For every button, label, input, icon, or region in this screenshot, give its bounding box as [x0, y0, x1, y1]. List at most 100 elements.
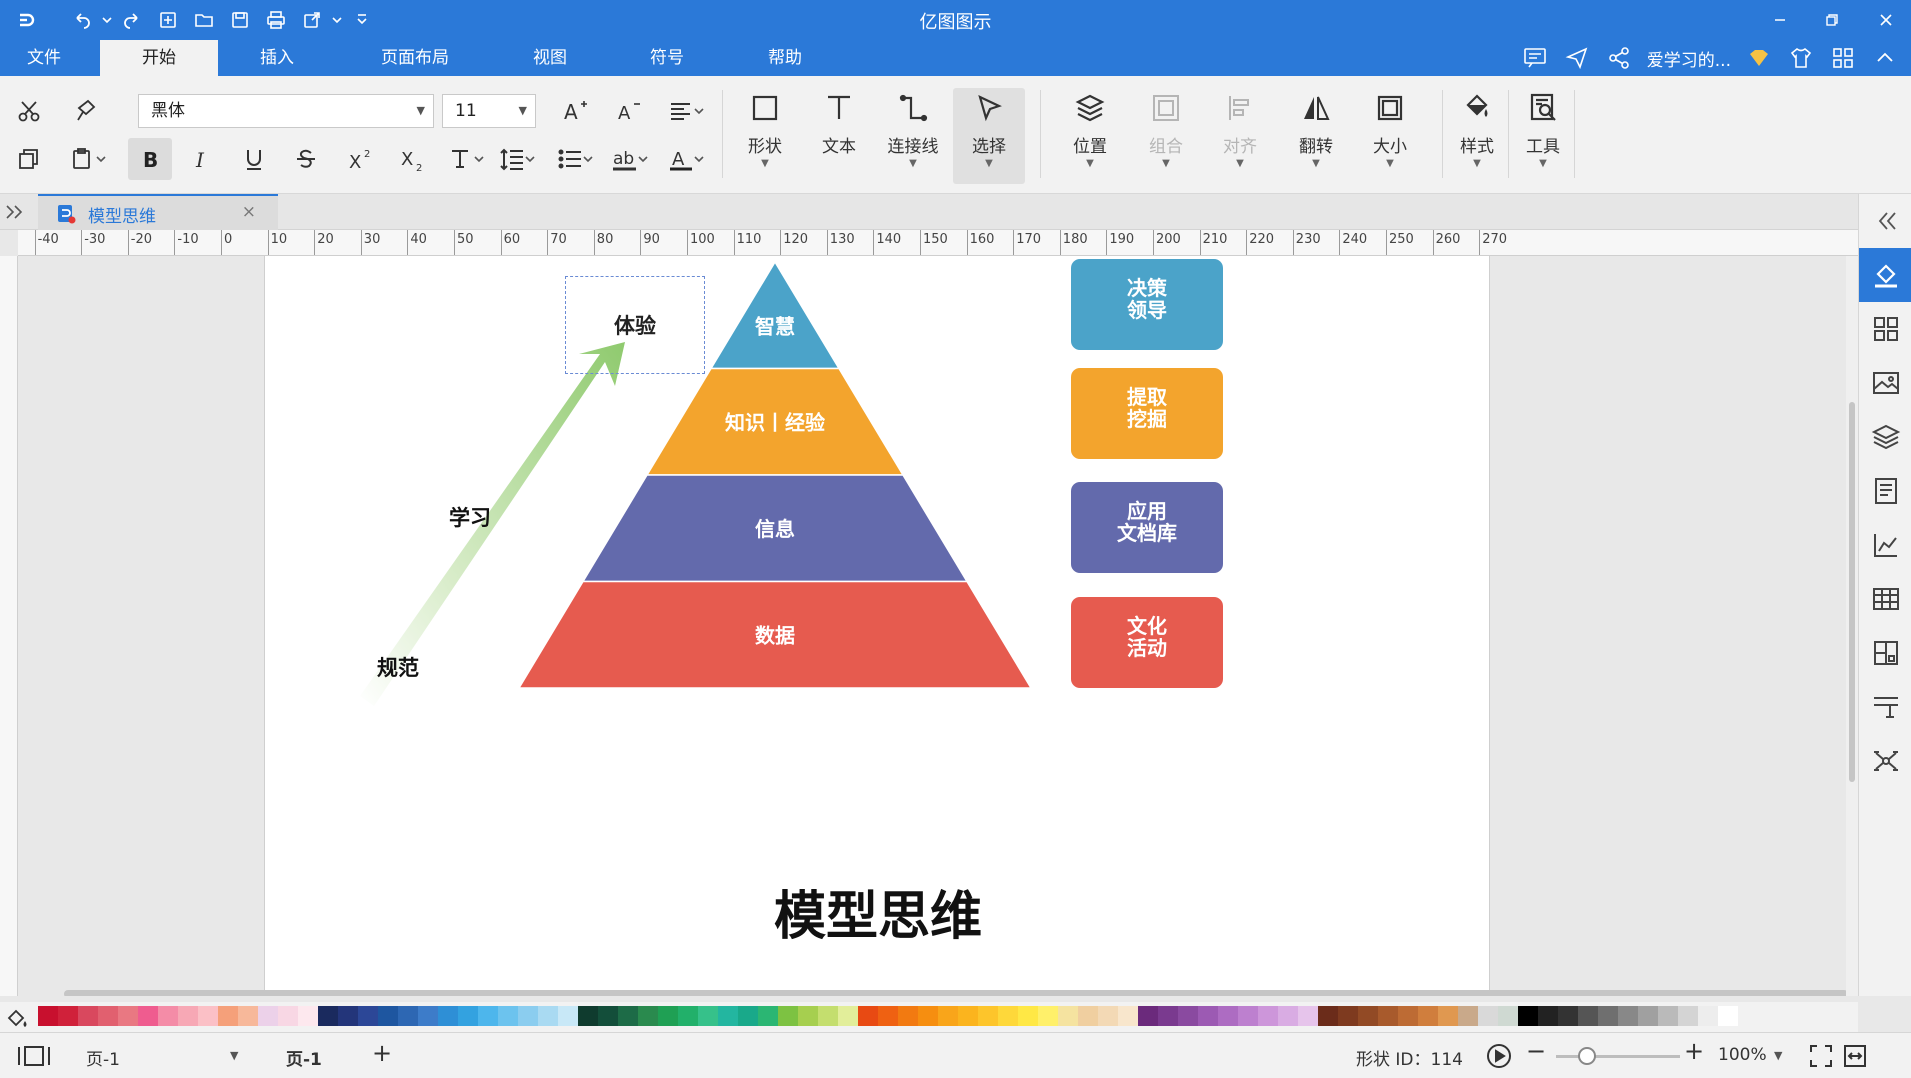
color-swatch[interactable] [1118, 1006, 1138, 1026]
menu-insert[interactable]: 插入 [230, 40, 324, 76]
select-button[interactable]: 选择 ▼ [953, 88, 1025, 184]
align-button[interactable]: 对齐 ▼ [1204, 88, 1276, 184]
strikethrough-button[interactable] [288, 142, 324, 176]
color-swatch[interactable] [1138, 1006, 1158, 1026]
open-folder-icon[interactable] [186, 6, 222, 34]
text-style-icon[interactable] [444, 142, 488, 176]
color-swatch[interactable] [358, 1006, 378, 1026]
color-swatch[interactable] [498, 1006, 518, 1026]
size-button[interactable]: 大小 ▼ [1354, 88, 1426, 184]
color-swatch[interactable] [198, 1006, 218, 1026]
menu-file[interactable]: 文件 [0, 40, 88, 76]
theme-shirt-icon[interactable] [1787, 44, 1815, 72]
color-swatch[interactable] [1038, 1006, 1058, 1026]
chevron-down-icon[interactable]: ▼ [1774, 1049, 1782, 1062]
color-swatch[interactable] [218, 1006, 238, 1026]
drawing-canvas[interactable]: 智慧 知识丨经验 信息 数据 决策 领导 提取 挖掘 应用 文档库 文化 活动 规范 学习 体验 模… [18, 256, 1858, 996]
color-swatch[interactable] [1258, 1006, 1278, 1026]
color-swatch[interactable] [38, 1006, 58, 1026]
presentation-icon[interactable] [1859, 680, 1911, 734]
color-swatch[interactable] [1318, 1006, 1338, 1026]
color-swatch[interactable] [418, 1006, 438, 1026]
close-tab-icon[interactable]: × [242, 202, 256, 222]
color-swatch[interactable] [438, 1006, 458, 1026]
color-swatch[interactable] [998, 1006, 1018, 1026]
save-icon[interactable] [222, 6, 258, 34]
collapse-ribbon-icon[interactable] [1871, 44, 1899, 72]
menu-view[interactable]: 视图 [508, 40, 592, 76]
color-swatch[interactable] [1378, 1006, 1398, 1026]
vip-badge-icon[interactable] [1745, 44, 1773, 72]
color-swatch[interactable] [1178, 1006, 1198, 1026]
menu-symbols[interactable]: 符号 [626, 40, 708, 76]
bullet-list-icon[interactable] [552, 142, 598, 176]
color-swatch[interactable] [918, 1006, 938, 1026]
color-swatch[interactable] [1078, 1006, 1098, 1026]
color-swatch[interactable] [58, 1006, 78, 1026]
color-swatch[interactable] [578, 1006, 598, 1026]
font-family-select[interactable]: 黑体 ▼ [138, 94, 434, 128]
tools-button[interactable]: 工具 ▼ [1510, 88, 1576, 184]
fit-page-icon[interactable] [1842, 1043, 1868, 1069]
vertical-scroll-thumb[interactable] [1849, 402, 1855, 782]
color-swatch[interactable] [1338, 1006, 1358, 1026]
color-swatch[interactable] [258, 1006, 278, 1026]
experience-box[interactable]: 体验 [565, 276, 705, 374]
color-swatch[interactable] [1278, 1006, 1298, 1026]
color-swatch[interactable] [678, 1006, 698, 1026]
color-swatch[interactable] [1018, 1006, 1038, 1026]
color-swatch[interactable] [338, 1006, 358, 1026]
color-swatch[interactable] [1158, 1006, 1178, 1026]
color-swatch[interactable] [778, 1006, 798, 1026]
expand-library-icon[interactable] [2, 200, 28, 224]
color-swatch[interactable] [138, 1006, 158, 1026]
image-icon[interactable] [1859, 356, 1911, 410]
color-swatch[interactable] [378, 1006, 398, 1026]
color-swatch[interactable] [1418, 1006, 1438, 1026]
color-swatch[interactable] [658, 1006, 678, 1026]
color-swatch[interactable] [1638, 1006, 1658, 1026]
color-swatch[interactable] [958, 1006, 978, 1026]
color-swatch[interactable] [518, 1006, 538, 1026]
color-swatch[interactable] [1358, 1006, 1378, 1026]
color-swatch[interactable] [1198, 1006, 1218, 1026]
layers-icon[interactable] [1859, 410, 1911, 464]
zoom-level[interactable]: 100% [1718, 1045, 1767, 1065]
text-highlight-icon[interactable]: ab [606, 142, 654, 176]
color-swatch[interactable] [1478, 1006, 1498, 1026]
text-align-icon[interactable] [662, 94, 710, 128]
color-swatch[interactable] [1578, 1006, 1598, 1026]
color-swatch[interactable] [398, 1006, 418, 1026]
zoom-slider-thumb[interactable] [1578, 1047, 1596, 1065]
color-swatch[interactable] [1218, 1006, 1238, 1026]
undo-icon[interactable] [64, 6, 100, 34]
text-button[interactable]: 文本 [803, 88, 875, 184]
group-button[interactable]: 组合 ▼ [1130, 88, 1202, 184]
color-swatch[interactable] [538, 1006, 558, 1026]
color-swatch[interactable] [458, 1006, 478, 1026]
org-structure-icon[interactable] [1859, 626, 1911, 680]
color-swatch[interactable] [1498, 1006, 1518, 1026]
subscript-button[interactable]: X2 [392, 142, 432, 176]
color-swatch[interactable] [78, 1006, 98, 1026]
color-swatch[interactable] [938, 1006, 958, 1026]
layout-grid-icon[interactable] [1859, 302, 1911, 356]
undo-dropdown-icon[interactable] [100, 6, 114, 34]
connector-button[interactable]: 连接线 ▼ [877, 88, 949, 184]
underline-button[interactable] [236, 142, 272, 176]
color-swatch[interactable] [978, 1006, 998, 1026]
line-spacing-icon[interactable] [494, 142, 540, 176]
play-icon[interactable] [1486, 1043, 1512, 1069]
color-swatch[interactable] [98, 1006, 118, 1026]
color-swatch[interactable] [898, 1006, 918, 1026]
minimize-button[interactable] [1760, 4, 1800, 36]
shape-button[interactable]: 形状 ▼ [729, 88, 801, 184]
color-swatch[interactable] [1398, 1006, 1418, 1026]
color-swatch[interactable] [318, 1006, 338, 1026]
zoom-out-icon[interactable]: − [1526, 1037, 1546, 1065]
font-color-icon[interactable]: A [662, 142, 710, 176]
restore-button[interactable] [1812, 4, 1852, 36]
drawing-page[interactable]: 智慧 知识丨经验 信息 数据 决策 领导 提取 挖掘 应用 文档库 文化 活动 规范 学习 体验 模… [264, 256, 1490, 996]
color-swatch[interactable] [1718, 1006, 1738, 1026]
bold-button[interactable]: B [128, 138, 172, 180]
